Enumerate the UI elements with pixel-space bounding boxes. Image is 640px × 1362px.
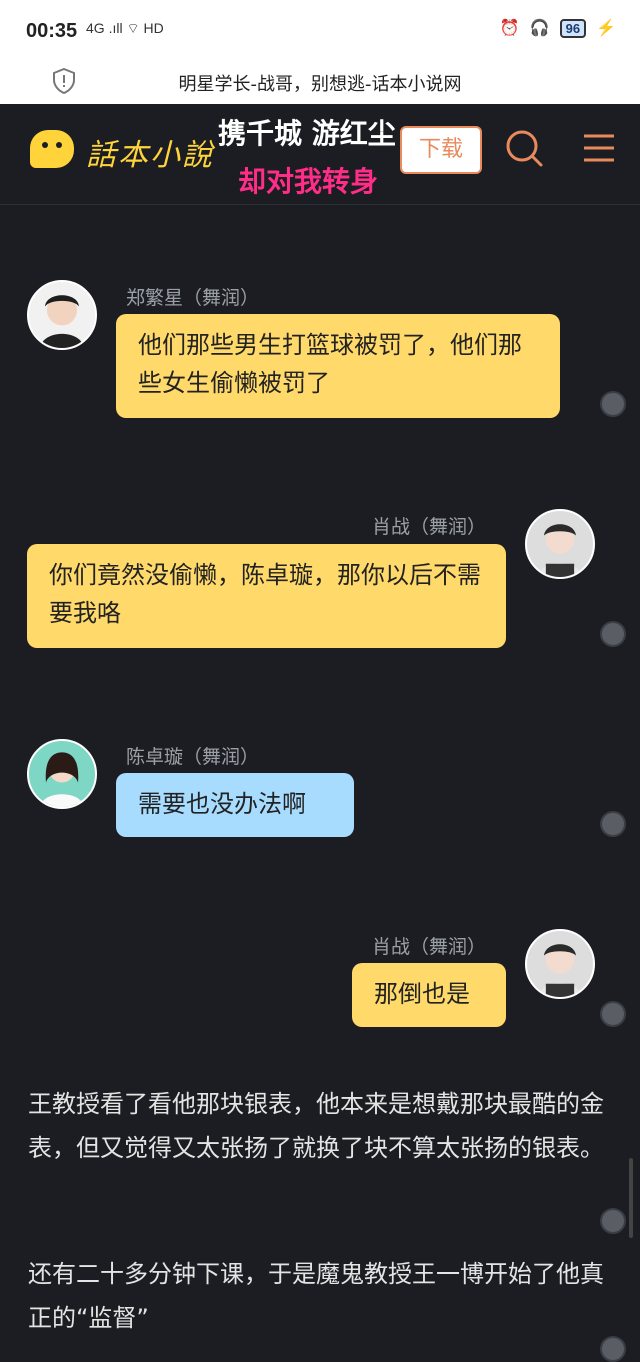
battery-icon: 96	[559, 18, 587, 38]
narration-paragraph: 王教授看了看他那块银表，他本来是想戴那块最酷的金表，但又觉得又太张扬了就换了块不…	[28, 1090, 604, 1162]
avatar[interactable]	[525, 929, 595, 999]
sender-name: 郑繁星（舞润）	[126, 287, 260, 309]
menu-icon[interactable]	[582, 132, 616, 164]
comment-dot-button[interactable]	[600, 1208, 626, 1234]
comment-dot-button[interactable]	[600, 621, 626, 647]
page-title: 明星学长-战哥，别想逃-话本小说网	[178, 74, 462, 95]
avatar[interactable]	[27, 280, 97, 350]
sender-name: 肖战（舞润）	[372, 936, 487, 958]
message-bubble: 他们那些男生打篮球被罚了，他们那些女生偷懒被罚了	[116, 314, 560, 418]
avatar[interactable]	[525, 509, 595, 579]
hd-icon: HD	[143, 20, 164, 36]
comment-dot-button[interactable]	[600, 1336, 626, 1362]
search-icon[interactable]	[504, 128, 544, 168]
charging-icon: ⚡	[596, 20, 616, 37]
comment-dot-button[interactable]	[600, 1001, 626, 1027]
wifi-icon: ⌔	[126, 20, 140, 36]
headphones-icon: 🎧	[529, 20, 550, 37]
message-bubble: 需要也没办法啊	[116, 773, 354, 837]
message-bubble: 那倒也是	[352, 963, 506, 1027]
sender-name: 肖战（舞润）	[372, 516, 487, 538]
scrollbar[interactable]	[629, 1158, 633, 1238]
narration-paragraph: 还有二十多分钟下课，于是魔鬼教授王一博开始了他真正的“监督”	[28, 1260, 604, 1332]
clock: 00:35	[26, 20, 78, 42]
download-button[interactable]: 下载	[400, 126, 482, 174]
signal-icon: 4G .ıll ⌔ HD	[86, 20, 164, 36]
status-bar: 00:35 4G .ıll ⌔ HD ⏰ 🎧 96 ⚡	[0, 0, 640, 64]
url-bar[interactable]: 明星学长-战哥，别想逃-话本小说网	[0, 64, 640, 104]
overlay-caption-line2: 却对我转身	[238, 165, 379, 198]
site-logo[interactable]: 話本小說	[86, 130, 214, 174]
comment-dot-button[interactable]	[600, 811, 626, 837]
overlay-caption-line1: 携千城 游红尘	[218, 117, 396, 150]
message-bubble: 你们竟然没偷懒，陈卓璇，那你以后不需要我咯	[27, 544, 506, 648]
alarm-icon: ⏰	[499, 20, 520, 37]
comment-dot-button[interactable]	[600, 391, 626, 417]
avatar[interactable]	[27, 739, 97, 809]
logo-mascot-icon[interactable]	[30, 130, 74, 168]
sender-name: 陈卓璇（舞润）	[126, 746, 260, 768]
